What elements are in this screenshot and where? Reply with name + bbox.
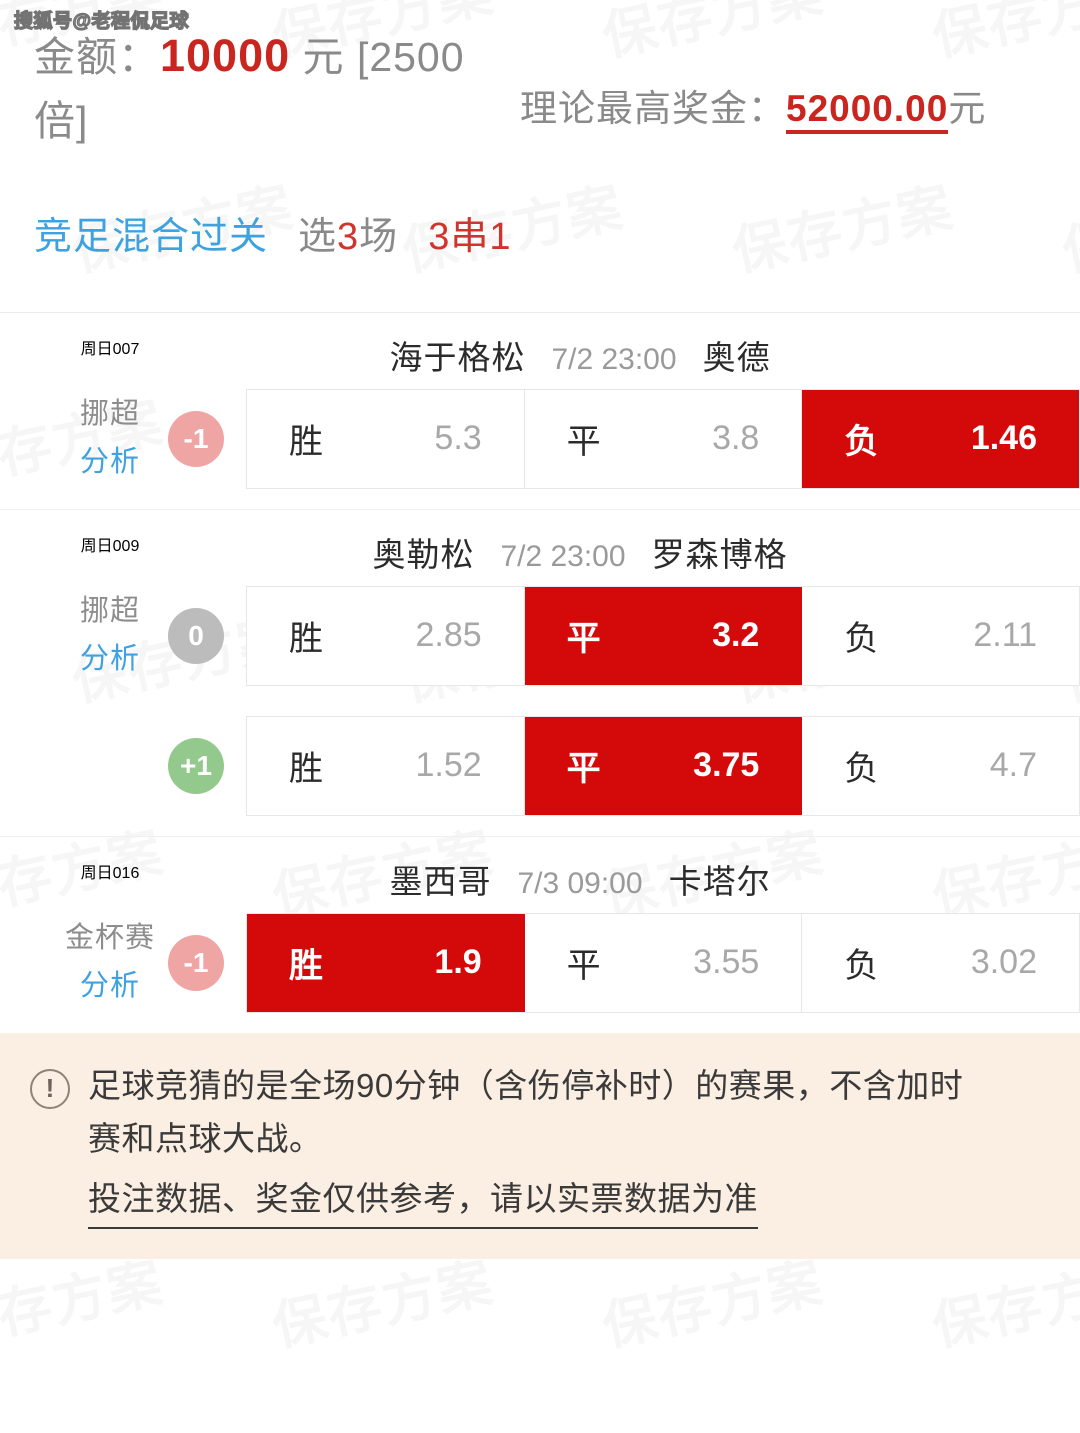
match-issue: 周日016 — [80, 864, 140, 882]
odds-label: 平 — [566, 947, 602, 986]
handicap-badge: 0 — [168, 607, 224, 664]
odds-value: 3.55 — [693, 943, 760, 982]
handicap-badge: +1 — [168, 737, 224, 794]
odds-label: 平 — [566, 423, 602, 462]
playtype-count-num: 3 — [337, 215, 360, 258]
odds-value: 3.02 — [970, 943, 1038, 982]
handicap-badge: -1 — [168, 934, 224, 991]
corner-watermark: 搜狐号@老程侃足球 — [13, 10, 190, 32]
odds-value: 1.52 — [415, 746, 482, 785]
odds-cell[interactable]: 平 3.2 — [524, 586, 803, 685]
home-team: 墨西哥 — [389, 862, 492, 900]
match-time: 7/2 23:00 — [500, 539, 626, 573]
amount-label: 金额： — [34, 34, 160, 80]
odds-value: 3.8 — [712, 419, 760, 458]
match-item: 海于格松 7/2 23:00 奥德 挪超 分析 -1 胜 5.3 平 3.8 负 1.46 周日007 — [0, 313, 1080, 510]
odds-label: 负 — [844, 947, 880, 986]
odds-cell[interactable]: 负 1.46 — [802, 389, 1080, 488]
odds-value: 1.46 — [970, 419, 1038, 458]
odds-label: 胜 — [289, 947, 324, 986]
odds-value: 3.2 — [712, 616, 760, 655]
match-time: 7/3 09:00 — [517, 866, 643, 900]
match-body: 金杯赛 分析 -1 胜 1.9 平 3.55 负 3.02 — [0, 912, 1080, 1013]
odds-label: 胜 — [289, 750, 324, 789]
match-item: 奥勒松 7/2 23:00 罗森博格 挪超 分析 0 胜 2.85 平 3.2 负 2.11 +1 胜 1.… — [0, 510, 1080, 837]
amount-line: 金额：10000 元 [2500 倍] — [34, 22, 504, 153]
notice-line-2: 赛和点球大战。 — [88, 1120, 323, 1158]
odds-value: 2.11 — [973, 616, 1038, 655]
playtype-name[interactable]: 竞足混合过关 — [34, 205, 268, 260]
amount-unit: 元 [2500 — [302, 34, 465, 80]
odds-value: 4.7 — [989, 746, 1038, 785]
match-time: 7/2 23:00 — [551, 342, 677, 376]
odds-cell[interactable]: 负 4.7 — [802, 716, 1080, 815]
match-item: 墨西哥 7/3 09:00 卡塔尔 金杯赛 分析 -1 胜 1.9 平 3.55 负 3.02 周日01… — [0, 837, 1080, 1033]
match-issue: 周日009 — [80, 537, 140, 555]
odds-cell[interactable]: 负 2.11 — [802, 586, 1080, 685]
odds-line: +1 胜 1.52 平 3.75 负 4.7 — [168, 715, 1080, 816]
match-body: 挪超 分析 -1 胜 5.3 平 3.8 负 1.46 — [0, 388, 1080, 489]
away-team: 卡塔尔 — [668, 862, 771, 900]
away-team: 罗森博格 — [651, 535, 788, 573]
odds-label: 负 — [844, 620, 880, 659]
odds-value: 5.3 — [434, 419, 482, 458]
match-list: 海于格松 7/2 23:00 奥德 挪超 分析 -1 胜 5.3 平 3.8 负 1.46 周日007 奥… — [0, 313, 1080, 1033]
home-team: 奥勒松 — [372, 535, 475, 573]
odds-cell[interactable]: 负 3.02 — [802, 913, 1080, 1012]
odds-column: -1 胜 1.9 平 3.55 负 3.02 — [168, 912, 1080, 1013]
odds-value: 2.85 — [415, 616, 482, 655]
match-body: 挪超 分析 0 胜 2.85 平 3.2 负 2.11 +1 胜 1.52 平 3.75 负 4.7 — [0, 585, 1080, 816]
odds-label: 胜 — [289, 620, 324, 659]
odds-value: 3.75 — [693, 746, 760, 785]
odds-column: 0 胜 2.85 平 3.2 负 2.11 +1 胜 1.52 平 3.75 负 4.7 — [168, 585, 1080, 816]
odds-line: -1 胜 1.9 平 3.55 负 3.02 — [168, 912, 1080, 1013]
playtype-count-prefix: 选 — [298, 215, 338, 258]
match-issue: 周日007 — [80, 340, 140, 358]
amount-value: 10000 — [160, 30, 291, 81]
home-team: 海于格松 — [389, 338, 526, 376]
odds-cell[interactable]: 胜 1.52 — [247, 716, 525, 815]
max-bonus-value: 52000.00 — [786, 88, 949, 134]
odds-cell[interactable]: 胜 5.3 — [247, 389, 525, 488]
max-bonus-label: 理论最高奖金： — [520, 88, 786, 129]
handicap-badge: -1 — [168, 410, 224, 467]
odds-label: 胜 — [289, 423, 324, 462]
odds-group: 胜 1.9 平 3.55 负 3.02 — [246, 912, 1080, 1013]
odds-group: 胜 1.52 平 3.75 负 4.7 — [246, 715, 1080, 816]
odds-line: -1 胜 5.3 平 3.8 负 1.46 — [168, 388, 1080, 489]
odds-group: 胜 2.85 平 3.2 负 2.11 — [246, 585, 1080, 686]
playtype-count: 选3场 — [298, 205, 398, 260]
odds-cell[interactable]: 胜 1.9 — [247, 913, 525, 1012]
max-bonus-line: 理论最高奖金：52000.00元 — [520, 78, 987, 134]
max-bonus-unit: 元 — [948, 88, 987, 129]
odds-cell[interactable]: 平 3.8 — [524, 389, 803, 488]
odds-label: 负 — [844, 750, 880, 789]
notice-banner: ! 足球竞猜的是全场90分钟（含伤停补时）的赛果，不含加时 赛和点球大战。 投注… — [0, 1032, 1080, 1260]
bet-slip-page: 保存方案保存方案保存方案保存方案保存方案保存方案保存方案保存方案保存方案保存方案… — [0, 0, 1080, 1433]
odds-cell[interactable]: 平 3.55 — [524, 913, 803, 1012]
odds-column: -1 胜 5.3 平 3.8 负 1.46 — [168, 388, 1080, 489]
notice-line-3: 投注数据、奖金仅供参考，请以实票数据为准 — [88, 1172, 758, 1230]
playtype-pass: 3串1 — [428, 215, 512, 258]
odds-group: 胜 5.3 平 3.8 负 1.46 — [246, 388, 1080, 489]
notice-line-1: 足球竞猜的是全场90分钟（含伤停补时）的赛果，不含加时 — [88, 1066, 964, 1104]
notice-text: 足球竞猜的是全场90分钟（含伤停补时）的赛果，不含加时 赛和点球大战。 投注数据… — [88, 1059, 964, 1230]
odds-value: 1.9 — [434, 943, 482, 982]
odds-line: 0 胜 2.85 平 3.2 负 2.11 — [168, 585, 1080, 686]
amount-unit-2: 倍] — [34, 98, 89, 145]
odds-cell[interactable]: 胜 2.85 — [247, 586, 525, 685]
playtype-count-suffix: 场 — [359, 215, 399, 258]
odds-label: 负 — [844, 423, 880, 462]
away-team: 奥德 — [702, 338, 771, 376]
playtype-row: 竞足混合过关 选3场 3串1 — [0, 205, 1080, 260]
odds-label: 平 — [566, 750, 602, 789]
exclamation-icon: ! — [30, 1068, 70, 1109]
odds-cell[interactable]: 平 3.75 — [524, 716, 803, 815]
odds-label: 平 — [566, 620, 602, 659]
